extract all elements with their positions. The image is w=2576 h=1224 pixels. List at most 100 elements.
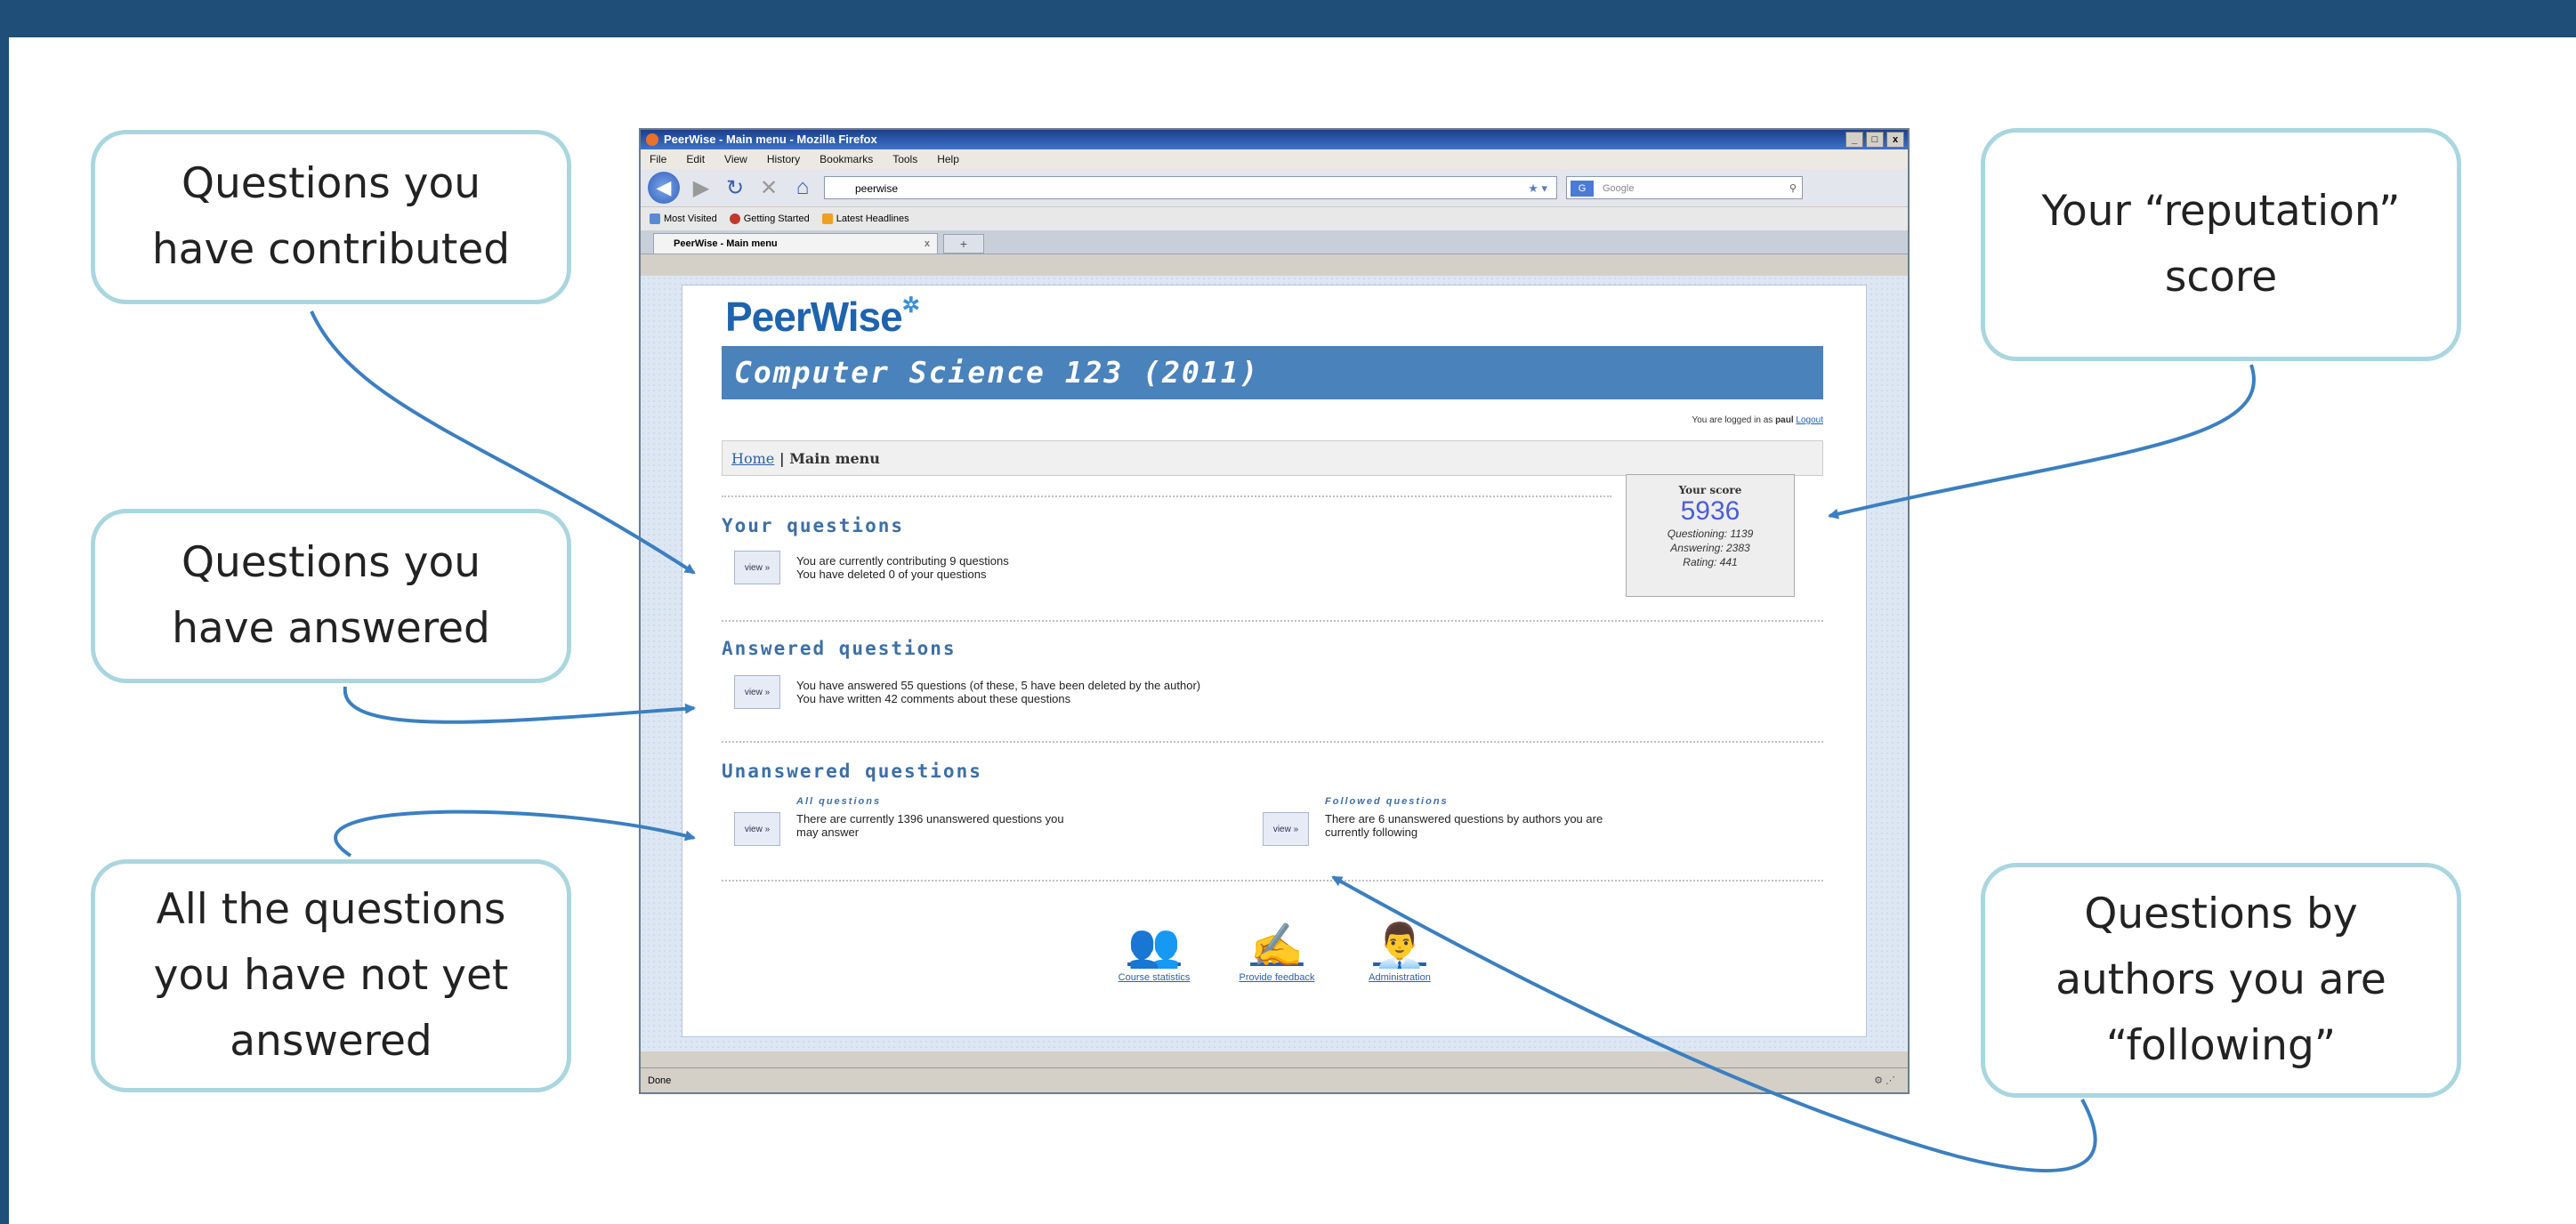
menu-tools[interactable]: Tools [892,149,917,169]
feedback-icon: ✍ [1250,922,1304,970]
callout-not-answered-text: All the questions you have not yet answe… [153,885,509,1066]
login-status: You are logged in as paul Logout [1692,415,1823,425]
status-bar: Done ⚙ ⋰ [641,1067,1908,1092]
url-bar[interactable]: peerwise ★ ▾ [824,176,1557,199]
back-arrow-icon[interactable]: ◀ [648,172,680,204]
score-questioning: Questioning: 1139 [1667,527,1754,540]
menu-help[interactable]: Help [937,149,959,169]
window-title: PeerWise - Main menu - Mozilla Firefox [664,133,877,146]
callout-contributed: Questions you have contributed [91,130,571,304]
link-label: Provide feedback [1239,972,1315,983]
forward-arrow-icon[interactable]: ▶ [689,175,714,201]
view-answered-questions-button[interactable]: view » [734,675,780,709]
your-questions-desc-2: You have deleted 0 of your questions [796,568,987,581]
url-text: peerwise [855,182,899,195]
menu-bar: File Edit View History Bookmarks Tools H… [641,149,1908,169]
menu-history[interactable]: History [767,149,800,169]
callout-answered-text: Questions you have answered [172,538,490,653]
breadcrumb: Home | Main menu [722,440,1823,476]
all-questions-desc: There are currently 1396 unanswered ques… [796,812,1064,839]
bookmark-getting-started[interactable]: Getting Started [729,207,810,230]
score-value: 5936 [1680,496,1740,526]
breadcrumb-home-link[interactable]: Home [731,450,774,467]
your-questions-title: Your questions [722,515,905,536]
course-banner: Computer Science 123 (2011) [722,346,1823,399]
tab-bar: PeerWise - Main menu x + [641,230,1908,254]
menu-edit[interactable]: Edit [686,149,705,169]
menu-view[interactable]: View [724,149,747,169]
view-all-questions-button[interactable]: view » [734,812,780,846]
logo-star-icon: ✲ [901,294,920,318]
your-questions-desc-1: You are currently contributing 9 questio… [796,554,1009,568]
search-icon[interactable]: ⚲ [1789,177,1797,200]
tab-close-icon[interactable]: x [925,234,930,254]
close-button[interactable]: x [1886,132,1904,148]
logout-link[interactable]: Logout [1796,415,1823,425]
navigation-toolbar: ◀ ▶ ↻ ✕ ⌂ peerwise ★ ▾ G Google ⚲ [641,169,1908,206]
tab-main-menu[interactable]: PeerWise - Main menu x [653,233,938,254]
divider [722,880,1823,882]
statistics-icon: 👥 [1127,922,1181,970]
maximize-button[interactable]: □ [1866,132,1884,148]
all-questions-subtitle: All questions [796,796,882,807]
tab-title: PeerWise - Main menu [674,238,778,249]
callout-answered: Questions you have answered [91,509,571,683]
peerwise-logo: PeerWise✲ [725,293,920,341]
divider [722,495,1611,497]
addon-icon: ⚙ ⋰ [1874,1075,1895,1086]
search-engine-icon[interactable]: G [1571,181,1594,197]
browser-window: PeerWise - Main menu - Mozilla Firefox _… [639,128,1910,1094]
menu-bookmarks[interactable]: Bookmarks [820,149,873,169]
title-bar: PeerWise - Main menu - Mozilla Firefox _… [641,130,1908,149]
firefox-icon [646,133,658,146]
bookmark-label: Latest Headlines [836,213,909,224]
view-your-questions-button[interactable]: view » [734,551,780,584]
score-answering: Answering: 2383 [1670,542,1750,554]
provide-feedback-link[interactable]: ✍ Provide feedback [1223,921,1330,983]
administration-icon: 👨‍💼 [1373,922,1426,970]
bookmark-latest-headlines[interactable]: Latest Headlines [821,207,909,230]
peerwise-page: PeerWise✲ Computer Science 123 (2011) Yo… [682,285,1867,1037]
divider [722,741,1823,743]
callout-following-text: Questions by authors you are “following” [2055,890,2386,1070]
unanswered-questions-title: Unanswered questions [722,761,982,782]
menu-file[interactable]: File [650,149,666,169]
logo-text: PeerWise [725,294,903,340]
link-label: Course statistics [1118,972,1191,983]
new-tab-button[interactable]: + [943,234,984,254]
bookmark-star-icon[interactable]: ★ ▾ [1528,177,1547,200]
answered-questions-title: Answered questions [722,638,957,659]
getting-started-icon [729,213,740,225]
course-statistics-link[interactable]: 👥 Course statistics [1101,921,1207,983]
bookmark-label: Getting Started [743,213,810,224]
callout-not-answered: All the questions you have not yet answe… [91,859,571,1092]
minimize-button[interactable]: _ [1845,132,1863,148]
callout-contributed-text: Questions you have contributed [151,159,511,274]
followed-questions-subtitle: Followed questions [1325,796,1449,807]
bookmark-most-visited[interactable]: Most Visited [650,207,717,230]
callout-following: Questions by authors you are “following” [1981,863,2461,1098]
status-text: Done [648,1075,672,1086]
followed-questions-desc: There are 6 unanswered questions by auth… [1325,812,1603,839]
score-label: Your score [1678,484,1742,496]
score-rating: Rating: 441 [1683,556,1738,568]
login-prefix: You are logged in as [1692,415,1773,425]
rss-icon [821,213,833,225]
stop-icon[interactable]: ✕ [756,175,781,201]
search-box[interactable]: G Google ⚲ [1566,176,1803,199]
footer-links: 👥 Course statistics ✍ Provide feedback 👨‍💼… [1101,921,1453,983]
search-placeholder: Google [1603,183,1635,194]
administration-link[interactable]: 👨‍💼 Administration [1346,921,1453,983]
score-box: Your score 5936 Questioning: 1139 Answer… [1626,474,1795,597]
bookmarks-toolbar: Most Visited Getting Started Latest Head… [641,206,1908,230]
page-viewport: PeerWise✲ Computer Science 123 (2011) Yo… [641,276,1908,1051]
bookmark-label: Most Visited [664,213,717,224]
link-label: Administration [1369,972,1431,983]
window-controls: _ □ x [1845,132,1904,148]
username: paul [1775,415,1794,425]
home-icon[interactable]: ⌂ [790,175,815,200]
view-followed-questions-button[interactable]: view » [1263,812,1309,846]
most-visited-icon [650,213,660,225]
reload-icon[interactable]: ↻ [723,175,747,201]
answered-questions-desc-2: You have written 42 comments about these… [796,692,1071,705]
